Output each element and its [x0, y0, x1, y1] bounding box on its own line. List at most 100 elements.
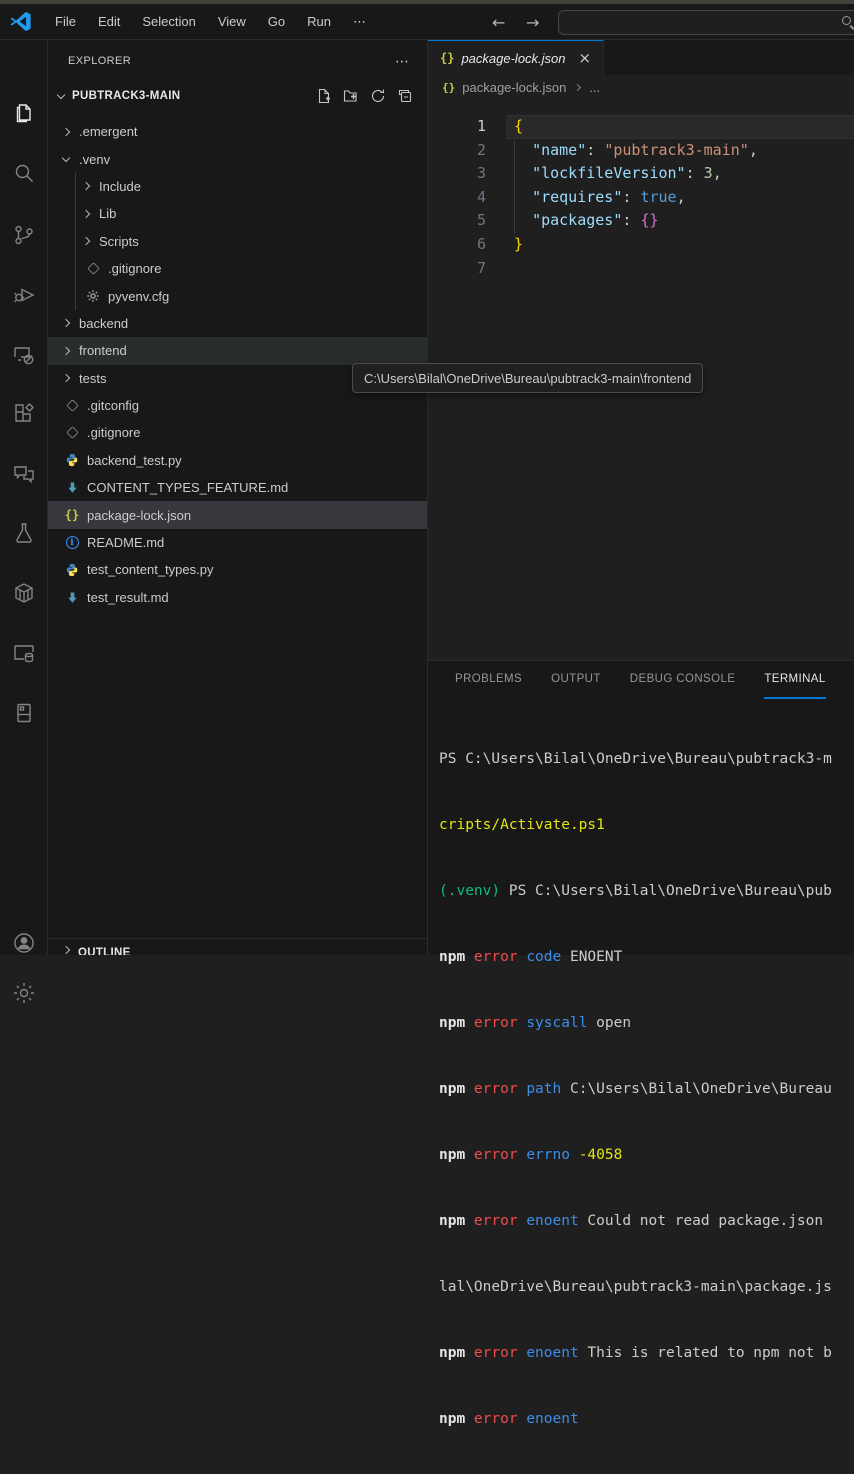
source-control-icon[interactable]	[12, 223, 36, 247]
explorer-icon[interactable]	[12, 101, 36, 125]
json-file-icon: {}	[64, 507, 80, 523]
outline-section-header[interactable]: OUTLINE	[48, 938, 428, 955]
tab-bar: {} package-lock.json ×	[428, 40, 854, 75]
tree-label: README.md	[87, 535, 164, 550]
breadcrumb-more[interactable]: ...	[589, 80, 600, 95]
tree-file-pyvenv-cfg[interactable]: pyvenv.cfg	[48, 282, 427, 309]
tree-file-readme-md[interactable]: README.md	[48, 529, 427, 556]
menu-run[interactable]: Run	[298, 10, 340, 33]
terminal-line: lal\OneDrive\Bureau\pubtrack3-main\packa…	[439, 1276, 854, 1298]
refresh-icon[interactable]	[370, 88, 386, 104]
tree-folder-backend[interactable]: backend	[48, 310, 427, 337]
new-file-icon[interactable]	[316, 88, 332, 104]
client-icon[interactable]	[12, 701, 36, 725]
menu-go[interactable]: Go	[259, 10, 294, 33]
extensions-icon[interactable]	[12, 401, 36, 425]
panel-tab-bar: PROBLEMS OUTPUT DEBUG CONSOLE TERMINAL	[428, 661, 854, 699]
line-number: 5	[428, 209, 486, 233]
tree-folder-venv[interactable]: .venv	[48, 145, 427, 172]
title-bar: File Edit Selection View Go Run ⋯ ← →	[0, 4, 854, 40]
tree-file-gitignore-venv[interactable]: .gitignore	[48, 255, 427, 282]
tab-package-lock-json[interactable]: {} package-lock.json ×	[428, 40, 604, 75]
containers-icon[interactable]	[12, 581, 36, 605]
chevron-right-icon	[62, 347, 70, 355]
tree-file-test-result-md[interactable]: test_result.md	[48, 584, 427, 611]
testing-icon[interactable]	[12, 521, 36, 545]
terminal-line: npm error enoent Could not read package.…	[439, 1210, 854, 1232]
git-file-icon	[85, 261, 101, 277]
code-line-2[interactable]: 2 "name": "pubtrack3-main",	[428, 139, 854, 163]
tree-label: Include	[99, 179, 141, 194]
tree-folder-scripts[interactable]: Scripts	[48, 228, 427, 255]
tree-file-test-content-types-py[interactable]: test_content_types.py	[48, 556, 427, 583]
menu-more[interactable]: ⋯	[344, 10, 375, 34]
config-gear-icon	[85, 288, 101, 304]
menu-edit[interactable]: Edit	[89, 10, 129, 33]
terminal-line: npm error errno -4058	[439, 1144, 854, 1166]
line-number: 3	[428, 162, 486, 186]
close-icon[interactable]: ×	[579, 49, 592, 67]
tab-terminal[interactable]: TERMINAL	[764, 661, 825, 699]
tree-folder-frontend[interactable]: frontend	[48, 337, 427, 364]
settings-gear-icon[interactable]	[12, 981, 36, 1005]
code-line-7[interactable]: 7	[428, 257, 854, 281]
json-file-icon: {}	[440, 51, 454, 65]
chevron-right-icon	[574, 83, 581, 90]
python-file-icon	[64, 562, 80, 578]
code-line-5[interactable]: 5 "packages": {}	[428, 209, 854, 233]
code-line-3[interactable]: 3 "lockfileVersion": 3,	[428, 162, 854, 186]
section-label: PUBTRACK3-MAIN	[72, 90, 180, 102]
tree-file-gitconfig[interactable]: .gitconfig	[48, 392, 427, 419]
breadcrumb[interactable]: {} package-lock.json ...	[428, 75, 854, 99]
code-line-4[interactable]: 4 "requires": true,	[428, 186, 854, 210]
tree-folder-lib[interactable]: Lib	[48, 200, 427, 227]
line-number: 7	[428, 257, 486, 281]
explorer-more-actions[interactable]: ⋯	[395, 53, 409, 70]
tree-folder-emergent[interactable]: .emergent	[48, 118, 427, 145]
tree-file-content-types-md[interactable]: CONTENT_TYPES_FEATURE.md	[48, 474, 427, 501]
terminal-line: npm error syscall open	[439, 1012, 854, 1034]
info-file-icon	[64, 535, 80, 551]
chevron-right-icon	[82, 237, 90, 245]
editor-group: {} package-lock.json × {} package-lock.j…	[428, 40, 854, 660]
menu-view[interactable]: View	[209, 10, 255, 33]
accounts-icon[interactable]	[12, 931, 36, 955]
chevron-right-icon	[62, 374, 70, 382]
tab-debug-console[interactable]: DEBUG CONSOLE	[630, 661, 736, 699]
tree-label: Scripts	[99, 234, 139, 249]
git-file-icon	[64, 425, 80, 441]
nav-back-icon[interactable]: ←	[492, 13, 505, 32]
search-icon[interactable]	[12, 161, 36, 185]
python-file-icon	[64, 452, 80, 468]
tab-problems[interactable]: PROBLEMS	[455, 661, 522, 699]
tree-folder-include[interactable]: Include	[48, 173, 427, 200]
folder-section-header[interactable]: PUBTRACK3-MAIN	[48, 82, 427, 110]
menu-selection[interactable]: Selection	[133, 10, 204, 33]
tab-output[interactable]: OUTPUT	[551, 661, 601, 699]
activity-bar	[0, 40, 48, 955]
terminal-line: npm error code ENOENT	[439, 946, 854, 968]
terminal-output[interactable]: PS C:\Users\Bilal\OneDrive\Bureau\pubtra…	[428, 699, 854, 1474]
tree-label: package-lock.json	[87, 508, 191, 523]
code-line-6[interactable]: 6 }	[428, 233, 854, 257]
code-editor[interactable]: 1 { 2 "name": "pubtrack3-main", 3 "lockf…	[428, 99, 854, 280]
tree-label: .emergent	[79, 124, 138, 139]
command-center-search[interactable]	[558, 10, 854, 35]
outline-label: OUTLINE	[78, 947, 131, 955]
tree-file-backend-test-py[interactable]: backend_test.py	[48, 447, 427, 474]
new-folder-icon[interactable]	[343, 88, 359, 104]
tree-label: test_result.md	[87, 590, 169, 605]
tree-file-package-lock-json[interactable]: {} package-lock.json	[48, 501, 427, 528]
tree-file-gitignore[interactable]: .gitignore	[48, 419, 427, 446]
code-line-1[interactable]: 1 {	[428, 115, 854, 139]
breadcrumb-file[interactable]: package-lock.json	[462, 80, 566, 95]
collapse-all-icon[interactable]	[397, 88, 413, 104]
chevron-right-icon	[62, 319, 70, 327]
menu-file[interactable]: File	[46, 10, 85, 33]
nav-forward-icon[interactable]: →	[526, 13, 539, 32]
remote-explorer-icon[interactable]	[12, 343, 36, 367]
database-icon[interactable]	[12, 641, 36, 665]
terminal-line: cripts/Activate.ps1	[439, 814, 854, 836]
chat-icon[interactable]	[12, 462, 36, 486]
run-debug-icon[interactable]	[12, 283, 36, 307]
